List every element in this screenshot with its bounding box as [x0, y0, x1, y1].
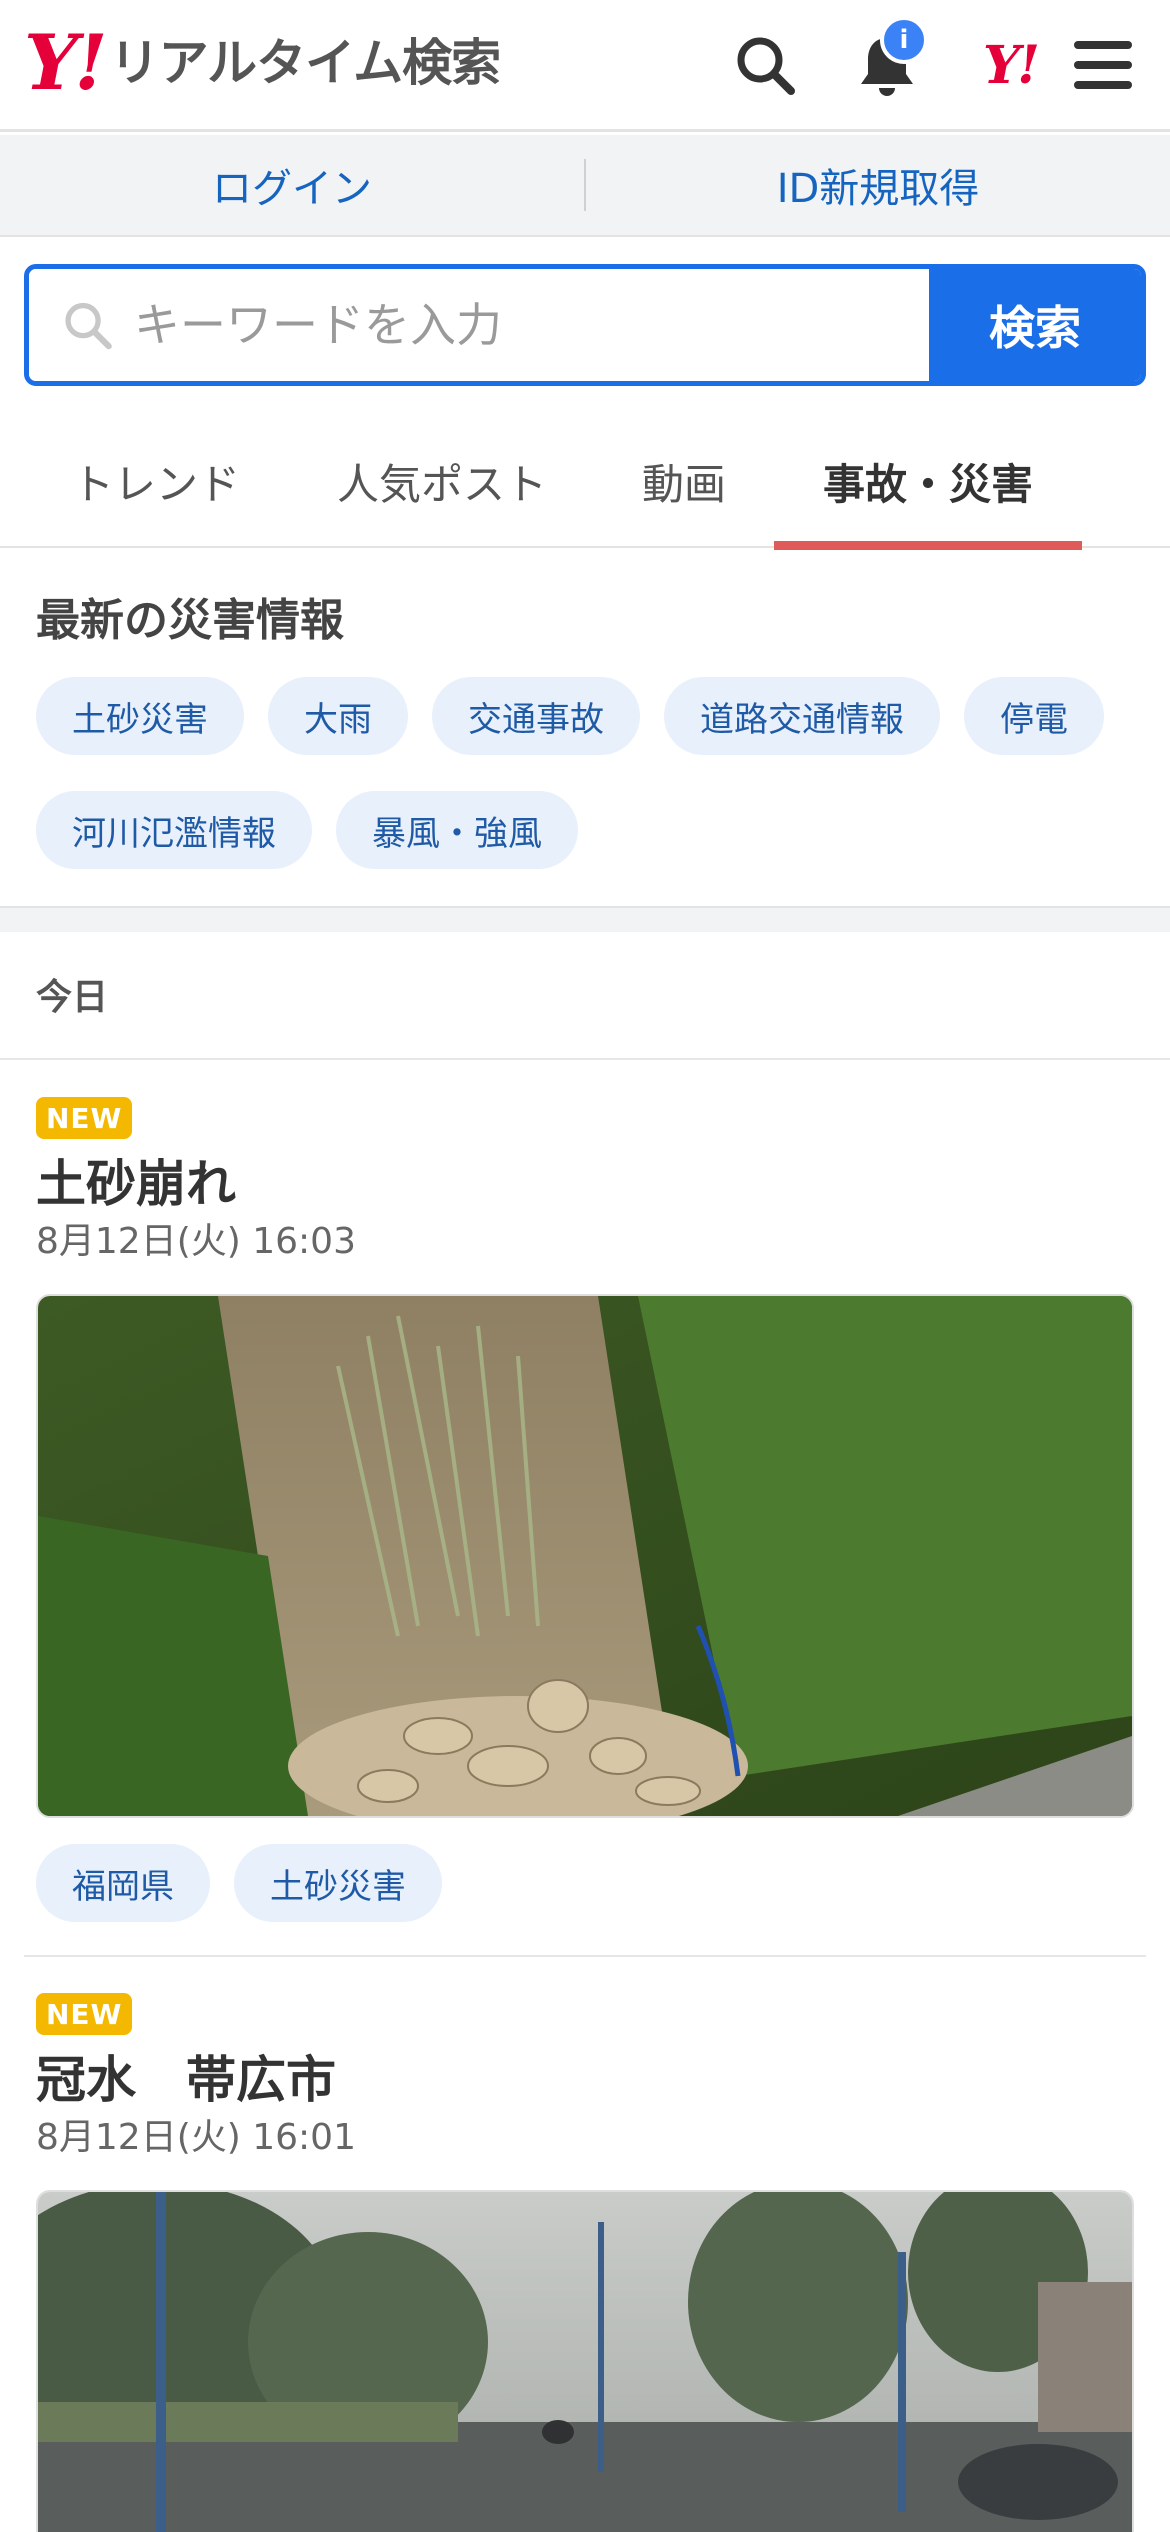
- notification-badge: i: [880, 16, 928, 64]
- chip-traffic-accident[interactable]: 交通事故: [432, 677, 640, 755]
- chip-landslide[interactable]: 土砂災害: [36, 677, 244, 755]
- tab-popular-posts[interactable]: 人気ポスト: [322, 414, 562, 548]
- tag-landslide[interactable]: 土砂災害: [234, 1844, 442, 1922]
- article-title[interactable]: 土砂崩れ: [36, 1144, 236, 1216]
- new-badge: NEW: [36, 1993, 133, 2035]
- article-title[interactable]: 冠水 帯広市: [36, 2040, 336, 2112]
- section-divider: [0, 906, 1170, 932]
- landslide-photo[interactable]: [36, 1294, 1134, 1818]
- search-field: [29, 269, 929, 381]
- yahoo-logo-mark: Y!: [24, 18, 108, 107]
- chip-storm-wind[interactable]: 暴風・強風: [336, 791, 578, 869]
- tab-accident-disaster[interactable]: 事故・災害: [774, 414, 1082, 550]
- search-input[interactable]: [134, 298, 929, 352]
- date-heading: 今日: [36, 977, 109, 1018]
- signup-link[interactable]: ID新規取得: [586, 156, 1170, 214]
- disaster-info-title: 最新の災害情報: [36, 595, 344, 646]
- search-field-icon: [65, 302, 112, 350]
- date-divider: [0, 1058, 1170, 1060]
- chip-heavy-rain[interactable]: 大雨: [268, 677, 408, 755]
- hamburger-menu-icon[interactable]: [1068, 30, 1138, 100]
- article-timestamp: 8月12日(火) 16:03: [36, 1221, 356, 1262]
- login-link[interactable]: ログイン: [0, 156, 584, 214]
- chip-road-traffic[interactable]: 道路交通情報: [664, 677, 940, 755]
- new-badge: NEW: [36, 1097, 133, 1139]
- article-divider: [24, 1955, 1146, 1957]
- top-header: Y! リアルタイム検索 i Y!: [0, 0, 1170, 132]
- yahoo-small-logo: Y!: [983, 34, 1040, 96]
- search-form: 検索: [24, 264, 1146, 386]
- notification-bell-icon[interactable]: i: [852, 16, 928, 100]
- logo-title: リアルタイム検索: [109, 34, 501, 92]
- disaster-chip-row-2: 河川氾濫情報 暴風・強風: [36, 791, 1146, 869]
- yahoo-top-icon[interactable]: Y!: [970, 30, 1050, 100]
- tag-fukuoka[interactable]: 福岡県: [36, 1844, 210, 1922]
- chip-river-flood[interactable]: 河川氾濫情報: [36, 791, 312, 869]
- search-icon[interactable]: [730, 30, 800, 100]
- account-bar: ログイン ID新規取得: [0, 135, 1170, 237]
- flood-photo[interactable]: [36, 2190, 1134, 2532]
- chip-power-outage[interactable]: 停電: [964, 677, 1104, 755]
- yahoo-realtime-logo[interactable]: Y! リアルタイム検索: [24, 18, 501, 107]
- article-timestamp: 8月12日(火) 16:01: [36, 2117, 356, 2158]
- tab-trend[interactable]: トレンド: [44, 414, 268, 548]
- disaster-chip-row-1: 土砂災害 大雨 交通事故 道路交通情報 停電: [36, 677, 1146, 755]
- category-tabs: トレンド 人気ポスト 動画 事故・災害: [0, 414, 1170, 550]
- search-button[interactable]: 検索: [929, 269, 1141, 381]
- article-tags: 福岡県 土砂災害: [36, 1844, 1146, 1922]
- tab-video[interactable]: 動画: [622, 414, 746, 548]
